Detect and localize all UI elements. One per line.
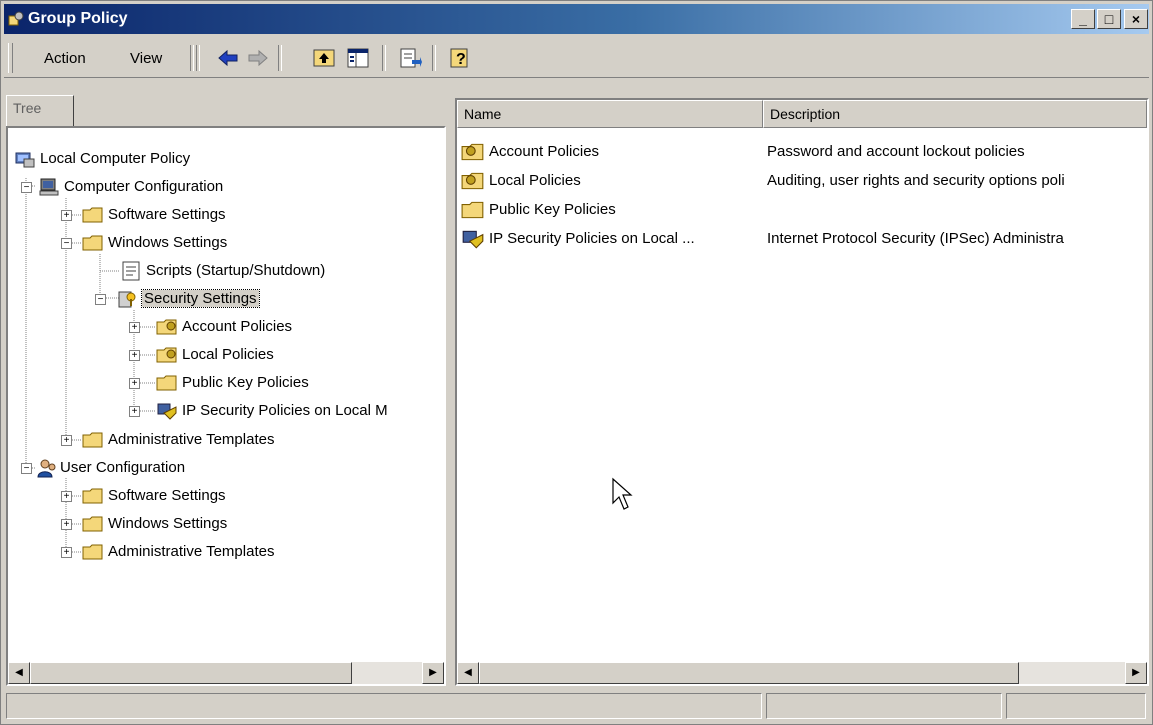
close-button[interactable]: ×	[1124, 9, 1148, 29]
details-pane[interactable]: Name Description Account Policies Passwo…	[455, 98, 1149, 686]
security-icon	[118, 291, 136, 308]
folder-icon	[82, 544, 103, 560]
title-bar[interactable]: Group Policy _ □ ×	[4, 4, 1149, 34]
toolbar-separator	[432, 45, 436, 71]
column-header-description[interactable]: Description	[763, 100, 1147, 128]
menu-view[interactable]: View	[130, 50, 162, 67]
right-arrow-icon: ▶	[429, 667, 437, 678]
details-horizontal-scrollbar[interactable]: ◀ ▶	[457, 662, 1147, 684]
menu-action[interactable]: Action	[44, 50, 86, 67]
close-icon: ×	[1131, 11, 1141, 27]
status-panel-tertiary	[1006, 693, 1146, 719]
show-tree-icon[interactable]	[346, 46, 370, 70]
folder-icon	[82, 488, 103, 504]
expand-icon[interactable]: +	[129, 322, 140, 333]
user-icon	[37, 459, 56, 478]
group-policy-window: Group Policy _ □ × Action View ? Tree Lo…	[0, 0, 1153, 725]
left-arrow-icon: ◀	[464, 667, 472, 678]
script-icon	[122, 261, 140, 281]
folder-lock-icon	[156, 319, 177, 335]
folder-icon	[461, 201, 484, 219]
scrollbar-thumb[interactable]	[479, 662, 1019, 684]
expand-icon[interactable]: +	[129, 406, 140, 417]
collapse-icon[interactable]: −	[21, 182, 32, 193]
mouse-cursor-icon	[612, 477, 633, 510]
list-item-ip-security-policies[interactable]: IP Security Policies on Local ... Intern…	[459, 225, 1147, 253]
status-panel-main	[6, 693, 762, 719]
help-icon[interactable]: ?	[448, 46, 472, 70]
folder-lock-icon	[461, 143, 484, 161]
folder-lock-icon	[156, 347, 177, 363]
ip-security-icon	[462, 230, 484, 249]
maximize-icon: □	[1104, 11, 1114, 27]
toolbar: Action View ?	[4, 37, 1149, 78]
group-policy-icon	[8, 11, 24, 26]
column-header-name[interactable]: Name	[457, 100, 763, 128]
toolbar-grip	[8, 43, 13, 73]
tab-tree[interactable]: Tree	[6, 95, 74, 127]
folder-icon	[156, 375, 177, 391]
maximize-button[interactable]: □	[1097, 9, 1121, 29]
toolbar-separator	[190, 45, 194, 71]
toolbar-separator	[382, 45, 386, 71]
toolbar-separator	[196, 45, 200, 71]
expand-icon[interactable]: +	[129, 350, 140, 361]
status-panel-secondary	[766, 693, 1002, 719]
back-arrow-icon[interactable]	[216, 46, 240, 70]
toolbar-separator	[278, 45, 282, 71]
list-item-name: Public Key Policies	[489, 201, 616, 218]
scroll-left-button[interactable]: ◀	[457, 662, 479, 684]
scroll-right-button[interactable]: ▶	[1125, 662, 1147, 684]
expand-icon[interactable]: +	[61, 491, 72, 502]
list-item-name: Local Policies	[489, 172, 581, 189]
folder-icon	[82, 432, 103, 448]
list-item-description: Internet Protocol Security (IPSec) Admin…	[767, 230, 1064, 247]
expand-icon[interactable]: +	[61, 435, 72, 446]
list-item-description: Auditing, user rights and security optio…	[767, 172, 1065, 189]
expand-icon[interactable]: +	[61, 547, 72, 558]
export-list-icon[interactable]	[398, 46, 422, 70]
folder-lock-icon	[461, 172, 484, 190]
left-arrow-icon: ◀	[15, 667, 23, 678]
list-item-name: Account Policies	[489, 143, 600, 160]
tree-pane[interactable]: Local Computer Policy − Computer Configu…	[6, 126, 446, 686]
right-arrow-icon: ▶	[1132, 667, 1140, 678]
ip-security-icon	[157, 403, 177, 420]
list-item-name: IP Security Policies on Local ...	[489, 230, 695, 247]
folder-icon	[82, 235, 103, 251]
collapse-icon[interactable]: −	[95, 294, 106, 305]
computer-icon	[39, 178, 59, 196]
minimize-icon: _	[1079, 11, 1087, 27]
list-item-public-key-policies[interactable]: Public Key Policies	[459, 196, 1147, 224]
tree-horizontal-scrollbar[interactable]: ◀ ▶	[8, 662, 444, 684]
folder-icon	[82, 516, 103, 532]
list-item-account-policies[interactable]: Account Policies Password and account lo…	[459, 138, 1147, 166]
expand-icon[interactable]: +	[61, 519, 72, 530]
status-bar	[4, 692, 1149, 720]
expand-icon[interactable]: +	[61, 210, 72, 221]
forward-arrow-icon[interactable]	[246, 46, 270, 70]
computer-policy-icon	[15, 152, 35, 168]
scroll-right-button[interactable]: ▶	[422, 662, 444, 684]
folder-icon	[82, 207, 103, 223]
expand-icon[interactable]: +	[129, 378, 140, 389]
svg-text:?: ?	[456, 51, 466, 68]
scroll-left-button[interactable]: ◀	[8, 662, 30, 684]
scrollbar-thumb[interactable]	[30, 662, 352, 684]
window-title: Group Policy	[28, 10, 128, 27]
minimize-button[interactable]: _	[1071, 9, 1095, 29]
collapse-icon[interactable]: −	[61, 238, 72, 249]
up-folder-icon[interactable]	[312, 46, 336, 70]
tab-tree-label: Tree	[13, 100, 42, 116]
collapse-icon[interactable]: −	[21, 463, 32, 474]
list-item-local-policies[interactable]: Local Policies Auditing, user rights and…	[459, 167, 1147, 195]
list-item-description: Password and account lockout policies	[767, 143, 1025, 160]
